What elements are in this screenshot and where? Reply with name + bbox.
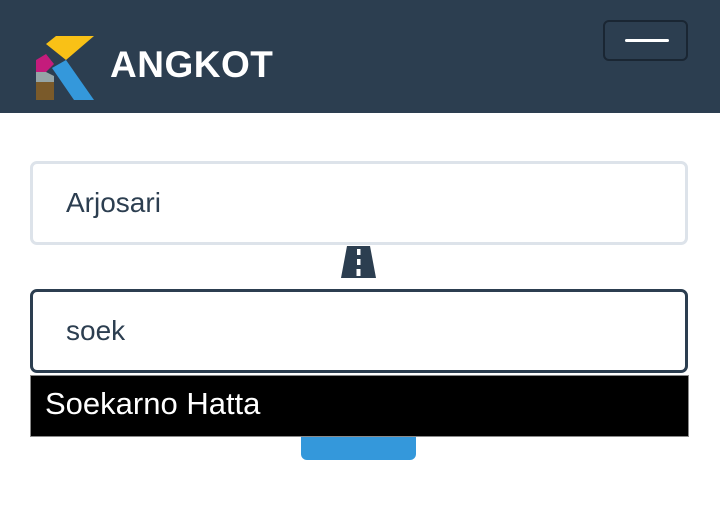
destination-input[interactable] [30,289,688,373]
autocomplete-dropdown: Soekarno Hatta [30,375,689,437]
road-icon [341,246,376,278]
autocomplete-item[interactable]: Soekarno Hatta [45,386,260,422]
menu-toggle-button[interactable] [603,20,688,61]
brand-link[interactable]: ANGKOT [36,36,273,100]
brand-name: ANGKOT [110,43,274,85]
navbar: ANGKOT [0,0,720,113]
origin-input[interactable] [30,161,688,245]
angkot-logo-icon [36,36,94,100]
hamburger-icon [625,39,669,42]
